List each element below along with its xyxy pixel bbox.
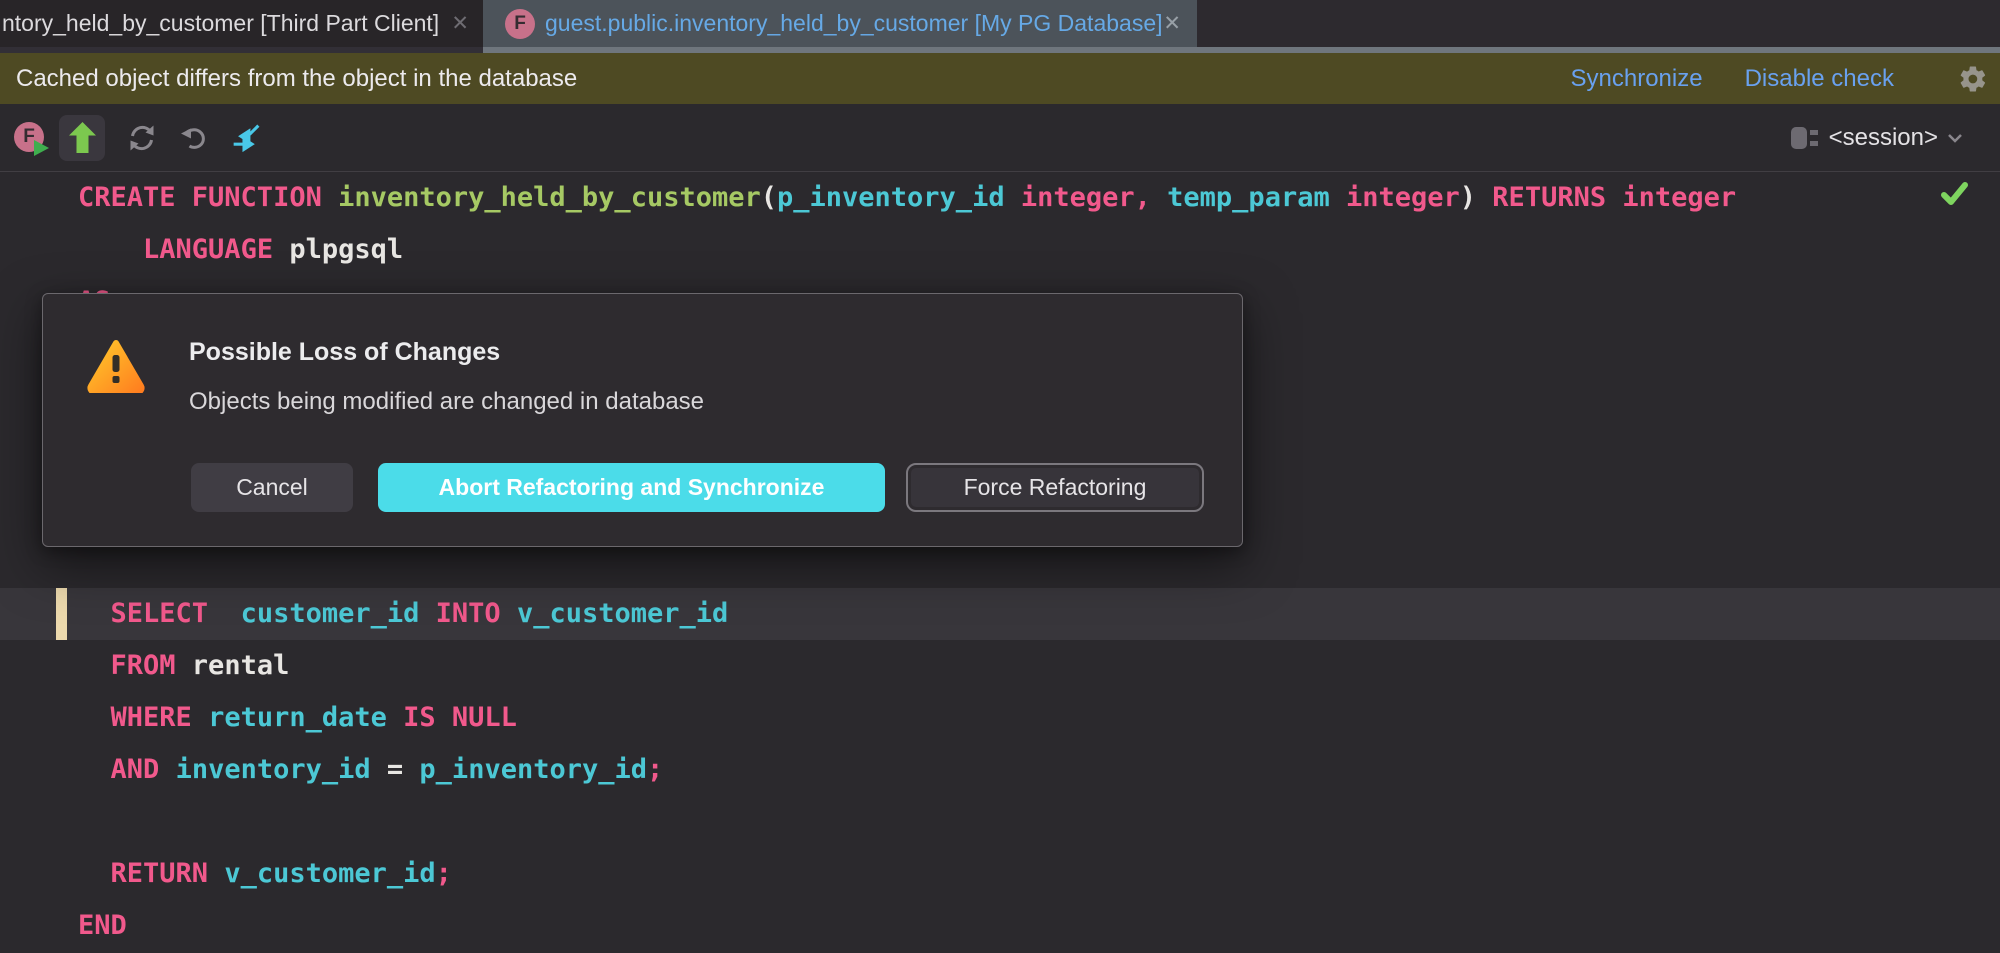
function-editor-toolbar: F: [0, 104, 2000, 172]
inspection-ok-icon: [1941, 182, 1968, 206]
close-icon[interactable]: ✕: [451, 11, 469, 36]
synchronize-link[interactable]: Synchronize: [1571, 65, 1703, 93]
tab-label: ntory_held_by_customer [Third Part Clien…: [2, 10, 439, 37]
tab-inventory-held-by-customer[interactable]: F guest.public.inventory_held_by_custome…: [483, 0, 1197, 47]
dialog-title: Possible Loss of Changes: [189, 338, 500, 366]
play-icon: [34, 140, 49, 156]
possible-loss-of-changes-dialog: Possible Loss of Changes Objects being m…: [42, 293, 1243, 547]
converge-arrows-icon[interactable]: [231, 123, 261, 153]
abort-refactoring-and-synchronize-button[interactable]: Abort Refactoring and Synchronize: [378, 463, 885, 512]
code-line: AND inventory_id = p_inventory_id;: [78, 744, 663, 796]
undo-button[interactable]: [179, 123, 209, 153]
dialog-message: Objects being modified are changed in da…: [189, 388, 704, 416]
code-line: WHERE return_date IS NULL: [78, 692, 517, 744]
force-refactoring-button[interactable]: Force Refactoring: [906, 463, 1204, 512]
session-icon: [1790, 126, 1820, 150]
cancel-button[interactable]: Cancel: [191, 463, 353, 512]
close-icon[interactable]: ✕: [1163, 11, 1181, 36]
warning-icon: [87, 339, 145, 393]
code-line: CREATE FUNCTION inventory_held_by_custom…: [78, 172, 1736, 224]
changed-line-marker: [56, 588, 67, 640]
editor-tab-bar: ntory_held_by_customer [Third Part Clien…: [0, 0, 2000, 53]
code-line: SELECT customer_id INTO v_customer_id: [78, 588, 728, 640]
banner-actions: Synchronize Disable check: [1571, 64, 1988, 94]
gear-icon[interactable]: [1958, 64, 1988, 94]
run-function-icon[interactable]: F: [14, 122, 46, 154]
code-line: RETURN v_customer_id;: [78, 848, 452, 900]
upload-arrow-icon: [69, 122, 96, 153]
code-line: END: [78, 900, 127, 952]
code-line: LANGUAGE plpgsql: [78, 224, 403, 276]
ide-window: ntory_held_by_customer [Third Part Clien…: [0, 0, 2000, 953]
function-badge-icon: F: [505, 9, 535, 39]
tab-third-part-client[interactable]: ntory_held_by_customer [Third Part Clien…: [0, 0, 483, 47]
code-line: FROM rental: [78, 640, 289, 692]
sql-editor[interactable]: CREATE FUNCTION inventory_held_by_custom…: [0, 172, 2000, 953]
cached-object-banner: Cached object differs from the object in…: [0, 53, 2000, 104]
session-selector[interactable]: <session>: [1790, 124, 2000, 152]
banner-message: Cached object differs from the object in…: [16, 65, 577, 93]
refresh-button[interactable]: [127, 123, 157, 153]
submit-changes-button[interactable]: [59, 115, 105, 161]
tab-label: guest.public.inventory_held_by_customer …: [545, 10, 1163, 37]
disable-check-link[interactable]: Disable check: [1745, 65, 1894, 93]
chevron-down-icon: [1947, 133, 1963, 143]
session-label: <session>: [1829, 124, 1938, 152]
